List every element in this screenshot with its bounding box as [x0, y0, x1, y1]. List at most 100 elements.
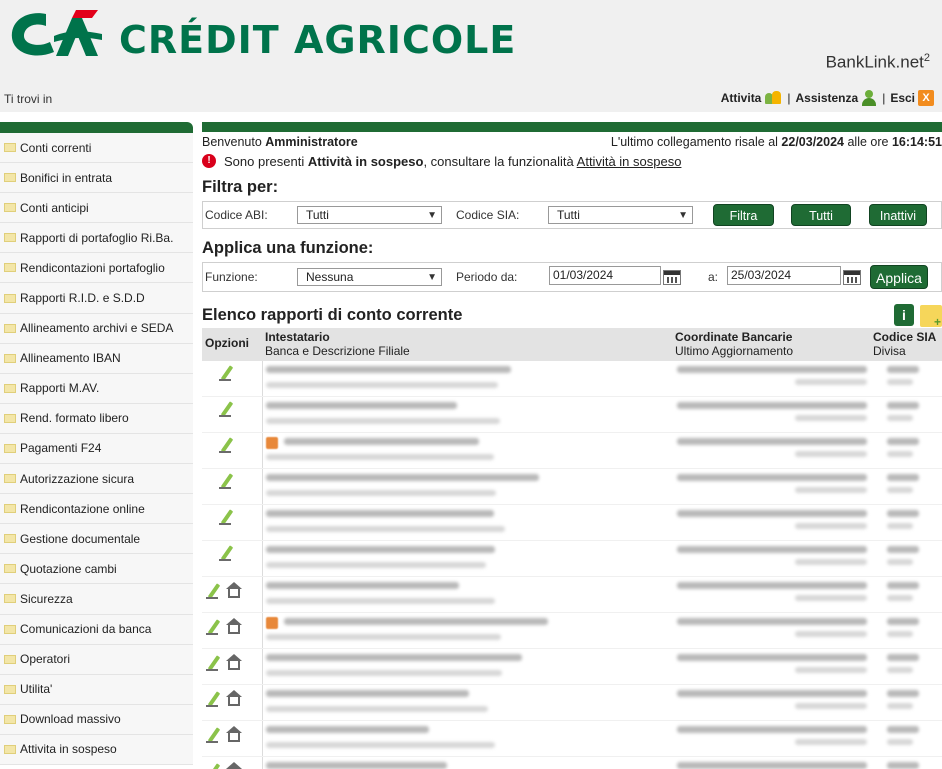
- redacted-text: [677, 546, 867, 553]
- folder-icon: [4, 655, 16, 664]
- sidebar-item[interactable]: Rapporti di portafoglio Ri.Ba.: [0, 223, 193, 253]
- table-row[interactable]: [202, 361, 942, 397]
- sia-select[interactable]: Tutti ▼: [548, 206, 693, 224]
- table-row[interactable]: [202, 433, 942, 469]
- all-button[interactable]: Tutti: [791, 204, 851, 226]
- period-to-input[interactable]: 25/03/2024: [727, 266, 841, 285]
- table-row[interactable]: [202, 757, 942, 769]
- folder-icon: [4, 203, 16, 212]
- status-tag-icon: [266, 617, 278, 629]
- bank-branch-icon[interactable]: [225, 689, 243, 707]
- exit-icon[interactable]: X: [918, 90, 934, 106]
- col-coords-sub: Ultimo Aggiornamento: [675, 344, 867, 358]
- assistance-link[interactable]: Assistenza: [795, 91, 858, 105]
- table-row[interactable]: [202, 649, 942, 685]
- table-row[interactable]: [202, 613, 942, 649]
- edit-pencil-icon[interactable]: [205, 691, 221, 707]
- table-row[interactable]: [202, 541, 942, 577]
- calendar-icon[interactable]: [843, 270, 861, 285]
- row-options: [202, 361, 262, 397]
- edit-pencil-icon[interactable]: [205, 655, 221, 671]
- bank-branch-icon[interactable]: [225, 761, 243, 769]
- exit-link[interactable]: Esci: [890, 91, 915, 105]
- table-row[interactable]: [202, 469, 942, 505]
- folder-icon: [4, 233, 16, 242]
- row-options: [202, 397, 262, 433]
- sidebar-item[interactable]: Comunicazioni da banca: [0, 615, 193, 645]
- sidebar-item[interactable]: Rendicontazione online: [0, 494, 193, 524]
- sidebar-item[interactable]: Autorizzazione sicura: [0, 464, 193, 494]
- activities-icon[interactable]: [764, 90, 782, 106]
- sidebar-item[interactable]: Rend. formato libero: [0, 404, 193, 434]
- filter-row: Codice ABI: Tutti ▼ Codice SIA: Tutti ▼ Fi…: [202, 201, 942, 229]
- info-icon[interactable]: i: [894, 304, 914, 326]
- abi-select[interactable]: Tutti ▼: [297, 206, 442, 224]
- sidebar-item[interactable]: Download massivo: [0, 705, 193, 735]
- bank-branch-icon[interactable]: [225, 581, 243, 599]
- edit-pencil-icon[interactable]: [205, 583, 221, 599]
- redacted-text: [795, 379, 867, 385]
- sidebar-item[interactable]: Allineamento IBAN: [0, 344, 193, 374]
- edit-pencil-icon[interactable]: [218, 437, 234, 453]
- pending-activities-link[interactable]: Attività in sospeso: [577, 154, 682, 169]
- header: CRÉDIT AGRICOLE BankLink.net2 Ti trovi i…: [0, 0, 942, 112]
- table-row[interactable]: [202, 577, 942, 613]
- function-select[interactable]: Nessuna ▼: [297, 268, 442, 286]
- row-holder-redacted: [262, 541, 672, 577]
- redacted-text: [887, 510, 919, 517]
- redacted-text: [887, 739, 913, 745]
- edit-pencil-icon[interactable]: [218, 473, 234, 489]
- redacted-text: [266, 546, 495, 553]
- edit-pencil-icon[interactable]: [218, 365, 234, 381]
- period-from-input[interactable]: 01/03/2024: [549, 266, 661, 285]
- row-options: [202, 721, 262, 757]
- sidebar-item[interactable]: Conti anticipi: [0, 193, 193, 223]
- filter-button[interactable]: Filtra: [713, 204, 774, 226]
- add-note-icon[interactable]: [920, 305, 942, 327]
- inactive-button[interactable]: Inattivi: [869, 204, 927, 226]
- welcome-user: Amministratore: [265, 135, 357, 149]
- row-coords-redacted: [672, 397, 870, 433]
- sidebar-item[interactable]: Conti correnti: [0, 133, 193, 163]
- table-row[interactable]: [202, 397, 942, 433]
- redacted-text: [266, 762, 447, 769]
- redacted-text: [795, 667, 867, 673]
- edit-pencil-icon[interactable]: [205, 763, 221, 769]
- redacted-text: [266, 598, 495, 604]
- abi-select-value: Tutti: [306, 208, 329, 222]
- sidebar-item[interactable]: Bonifici in entrata: [0, 163, 193, 193]
- folder-icon: [4, 534, 16, 543]
- redacted-text: [266, 526, 505, 532]
- apply-button[interactable]: Applica: [870, 265, 928, 289]
- sidebar-item[interactable]: Rapporti M.AV.: [0, 374, 193, 404]
- sidebar-item[interactable]: Quotazione cambi: [0, 554, 193, 584]
- assistance-icon[interactable]: [861, 90, 877, 106]
- bank-branch-icon[interactable]: [225, 653, 243, 671]
- redacted-text: [887, 402, 919, 409]
- row-coords-redacted: [672, 469, 870, 505]
- sidebar-item[interactable]: Attivita in sospeso: [0, 735, 193, 765]
- bank-branch-icon[interactable]: [225, 725, 243, 743]
- edit-pencil-icon[interactable]: [218, 545, 234, 561]
- sidebar-item[interactable]: Operatori: [0, 645, 193, 675]
- sidebar-item[interactable]: Rendicontazioni portafoglio: [0, 253, 193, 283]
- row-holder-redacted: [262, 361, 672, 397]
- redacted-text: [266, 654, 522, 661]
- edit-pencil-icon[interactable]: [205, 619, 221, 635]
- bank-branch-icon[interactable]: [225, 617, 243, 635]
- sidebar-item[interactable]: Sicurezza: [0, 584, 193, 614]
- sidebar-item[interactable]: Utilita': [0, 675, 193, 705]
- calendar-icon[interactable]: [663, 270, 681, 285]
- sidebar-item[interactable]: Gestione documentale: [0, 524, 193, 554]
- row-options: [202, 649, 262, 685]
- table-row[interactable]: [202, 505, 942, 541]
- activities-link[interactable]: Attivita: [721, 91, 762, 105]
- edit-pencil-icon[interactable]: [218, 401, 234, 417]
- table-row[interactable]: [202, 685, 942, 721]
- sidebar-item[interactable]: Rapporti R.I.D. e S.D.D: [0, 283, 193, 313]
- edit-pencil-icon[interactable]: [218, 509, 234, 525]
- edit-pencil-icon[interactable]: [205, 727, 221, 743]
- sidebar-item[interactable]: Allineamento archivi e SEDA: [0, 314, 193, 344]
- table-row[interactable]: [202, 721, 942, 757]
- sidebar-item[interactable]: Pagamenti F24: [0, 434, 193, 464]
